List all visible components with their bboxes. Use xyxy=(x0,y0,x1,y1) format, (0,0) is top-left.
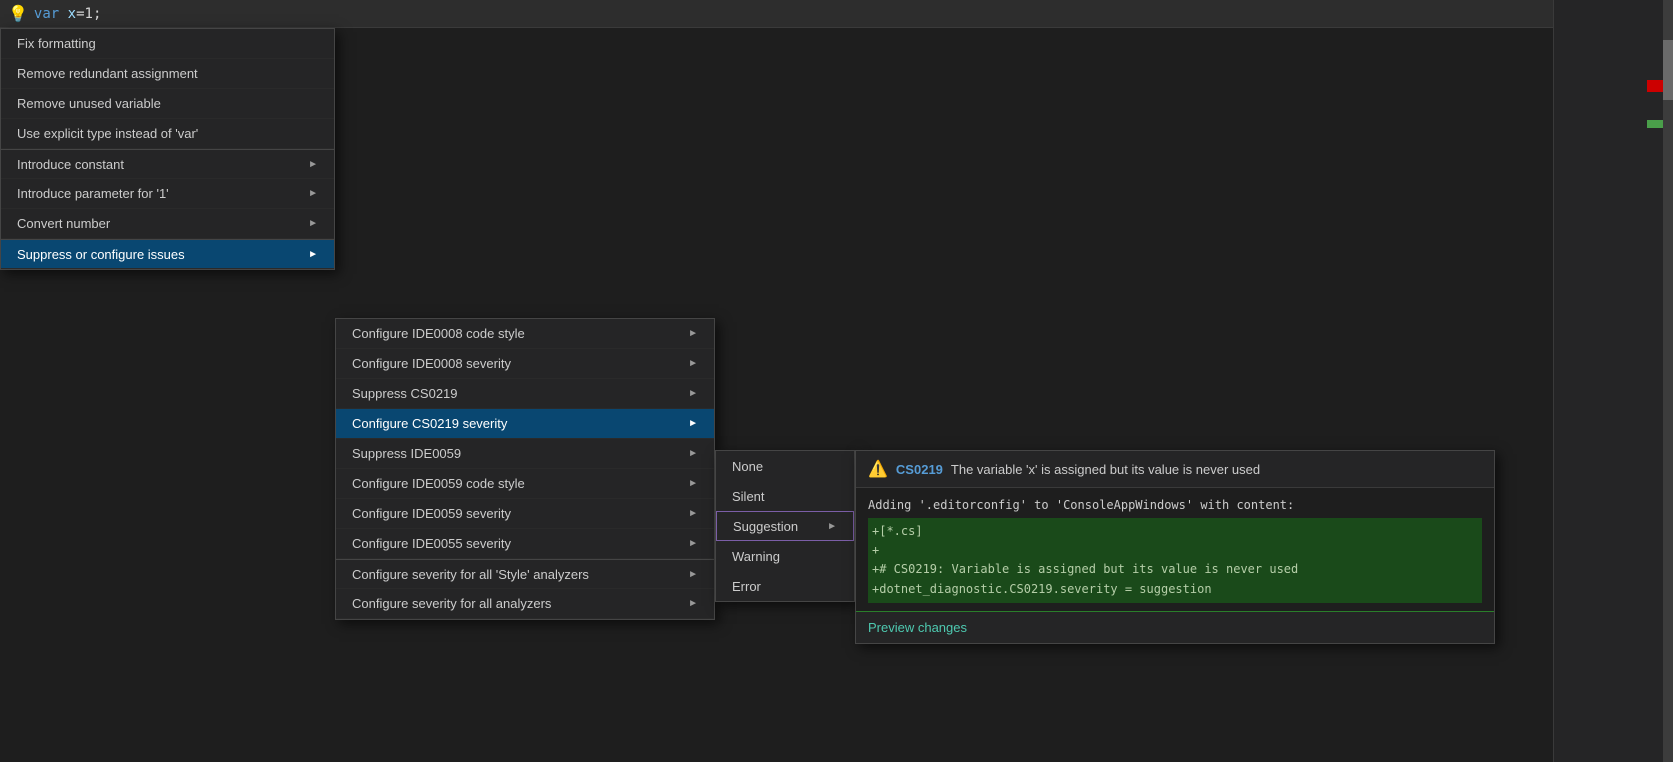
info-footer: Preview changes xyxy=(856,612,1494,643)
configure-ide0008-severity-arrow: ► xyxy=(688,358,698,369)
configure-ide0008-style-arrow: ► xyxy=(688,328,698,339)
preview-changes-link[interactable]: Preview changes xyxy=(868,620,967,635)
severity-silent-label: Silent xyxy=(732,489,765,504)
diff-block: +[*.cs] + +# CS0219: Variable is assigne… xyxy=(868,518,1482,603)
configure-ide0055-severity-arrow: ► xyxy=(688,538,698,549)
menu-item-suppress-configure[interactable]: Suppress or configure issues ► xyxy=(1,239,334,269)
menu-item-suppress-cs0219[interactable]: Suppress CS0219 ► xyxy=(336,379,714,409)
menu-item-configure-ide0059-style[interactable]: Configure IDE0059 code style ► xyxy=(336,469,714,499)
menu-item-configure-cs0219-severity[interactable]: Configure CS0219 severity ► xyxy=(336,409,714,439)
menu-item-fix-formatting[interactable]: Fix formatting xyxy=(1,29,334,59)
info-body-line: Adding '.editorconfig' to 'ConsoleAppWin… xyxy=(868,496,1482,514)
configure-ide0059-severity-arrow: ► xyxy=(688,508,698,519)
minimap-content xyxy=(1554,0,1673,762)
severity-suggestion-arrow: ► xyxy=(827,521,837,532)
menu-item-configure-ide0055-severity-label: Configure IDE0055 severity xyxy=(352,536,511,551)
minimap-scrollbar[interactable] xyxy=(1663,0,1673,762)
severity-error-label: Error xyxy=(732,579,761,594)
menu-item-suppress-ide0059[interactable]: Suppress IDE0059 ► xyxy=(336,439,714,469)
configure-cs0219-severity-arrow: ► xyxy=(688,418,698,429)
lightbulb-icon[interactable]: 💡 xyxy=(8,4,28,24)
editor-code: var x=1; xyxy=(34,6,101,22)
menu-item-introduce-parameter-label: Introduce parameter for '1' xyxy=(17,186,169,201)
menu-item-convert-number-label: Convert number xyxy=(17,216,110,231)
menu-item-introduce-parameter-arrow: ► xyxy=(308,188,318,199)
menu-item-suppress-cs0219-label: Suppress CS0219 xyxy=(352,386,458,401)
menu-item-suppress-ide0059-label: Suppress IDE0059 xyxy=(352,446,461,461)
error-code: CS0219 xyxy=(896,462,943,477)
editor-bar: 💡 var x=1; xyxy=(0,0,1673,28)
menu-item-configure-ide0059-severity[interactable]: Configure IDE0059 severity ► xyxy=(336,499,714,529)
suppress-cs0219-arrow: ► xyxy=(688,388,698,399)
severity-none-label: None xyxy=(732,459,763,474)
code-operator: =1; xyxy=(76,6,101,22)
menu-item-remove-redundant[interactable]: Remove redundant assignment xyxy=(1,59,334,89)
menu-item-configure-ide0059-severity-label: Configure IDE0059 severity xyxy=(352,506,511,521)
menu-item-introduce-constant-arrow: ► xyxy=(308,159,318,170)
menu-item-convert-number-arrow: ► xyxy=(308,218,318,229)
menu-item-configure-ide0008-severity-label: Configure IDE0008 severity xyxy=(352,356,511,371)
menu-item-configure-ide0008-severity[interactable]: Configure IDE0008 severity ► xyxy=(336,349,714,379)
menu-item-convert-number[interactable]: Convert number ► xyxy=(1,209,334,239)
diff-line-4: +dotnet_diagnostic.CS0219.severity = sug… xyxy=(868,580,1482,599)
menu-item-configure-cs0219-severity-label: Configure CS0219 severity xyxy=(352,416,507,431)
configure-style-analyzers-arrow: ► xyxy=(688,569,698,580)
configure-ide0059-style-arrow: ► xyxy=(688,478,698,489)
menu-item-remove-redundant-label: Remove redundant assignment xyxy=(17,66,198,81)
severity-silent[interactable]: Silent xyxy=(716,481,854,511)
warning-triangle-icon: ⚠️ xyxy=(868,459,888,479)
info-panel: ⚠️ CS0219 The variable 'x' is assigned b… xyxy=(855,450,1495,644)
menu-item-configure-ide0008-style-label: Configure IDE0008 code style xyxy=(352,326,525,341)
severity-warning[interactable]: Warning xyxy=(716,541,854,571)
diff-line-3: +# CS0219: Variable is assigned but its … xyxy=(868,560,1482,579)
menu-item-configure-style-analyzers-label: Configure severity for all 'Style' analy… xyxy=(352,567,589,582)
primary-context-menu: Fix formatting Remove redundant assignme… xyxy=(0,28,335,270)
error-message: The variable 'x' is assigned but its val… xyxy=(951,462,1260,477)
menu-item-configure-ide0059-style-label: Configure IDE0059 code style xyxy=(352,476,525,491)
menu-item-introduce-constant-label: Introduce constant xyxy=(17,157,124,172)
menu-item-introduce-constant[interactable]: Introduce constant ► xyxy=(1,149,334,179)
severity-suggestion[interactable]: Suggestion ► xyxy=(716,511,854,541)
menu-item-use-explicit-label: Use explicit type instead of 'var' xyxy=(17,126,198,141)
menu-item-configure-all-analyzers[interactable]: Configure severity for all analyzers ► xyxy=(336,589,714,619)
menu-item-configure-style-analyzers[interactable]: Configure severity for all 'Style' analy… xyxy=(336,559,714,589)
menu-item-configure-ide0055-severity[interactable]: Configure IDE0055 severity ► xyxy=(336,529,714,559)
severity-suggestion-label: Suggestion xyxy=(733,519,798,534)
code-variable-x: x xyxy=(68,6,76,22)
code-keyword-var: var xyxy=(34,6,59,22)
minimap-scrollbar-thumb[interactable] xyxy=(1663,40,1673,100)
menu-item-use-explicit[interactable]: Use explicit type instead of 'var' xyxy=(1,119,334,149)
menu-item-remove-unused-label: Remove unused variable xyxy=(17,96,161,111)
diff-line-1: +[*.cs] xyxy=(868,522,1482,541)
secondary-context-menu: Configure IDE0008 code style ► Configure… xyxy=(335,318,715,620)
severity-warning-label: Warning xyxy=(732,549,780,564)
menu-item-configure-ide0008-style[interactable]: Configure IDE0008 code style ► xyxy=(336,319,714,349)
severity-none[interactable]: None xyxy=(716,451,854,481)
menu-item-introduce-parameter[interactable]: Introduce parameter for '1' ► xyxy=(1,179,334,209)
diff-line-2: + xyxy=(868,541,1482,560)
tertiary-severity-menu: None Silent Suggestion ► Warning Error xyxy=(715,450,855,602)
menu-item-suppress-configure-arrow: ► xyxy=(308,249,318,260)
menu-item-configure-all-analyzers-label: Configure severity for all analyzers xyxy=(352,596,551,611)
minimap xyxy=(1553,0,1673,762)
configure-all-analyzers-arrow: ► xyxy=(688,598,698,609)
info-header: ⚠️ CS0219 The variable 'x' is assigned b… xyxy=(856,451,1494,488)
menu-item-suppress-configure-label: Suppress or configure issues xyxy=(17,247,185,262)
info-body: Adding '.editorconfig' to 'ConsoleAppWin… xyxy=(856,488,1494,612)
suppress-ide0059-arrow: ► xyxy=(688,448,698,459)
menu-item-fix-formatting-label: Fix formatting xyxy=(17,36,96,51)
severity-error[interactable]: Error xyxy=(716,571,854,601)
menu-item-remove-unused[interactable]: Remove unused variable xyxy=(1,89,334,119)
